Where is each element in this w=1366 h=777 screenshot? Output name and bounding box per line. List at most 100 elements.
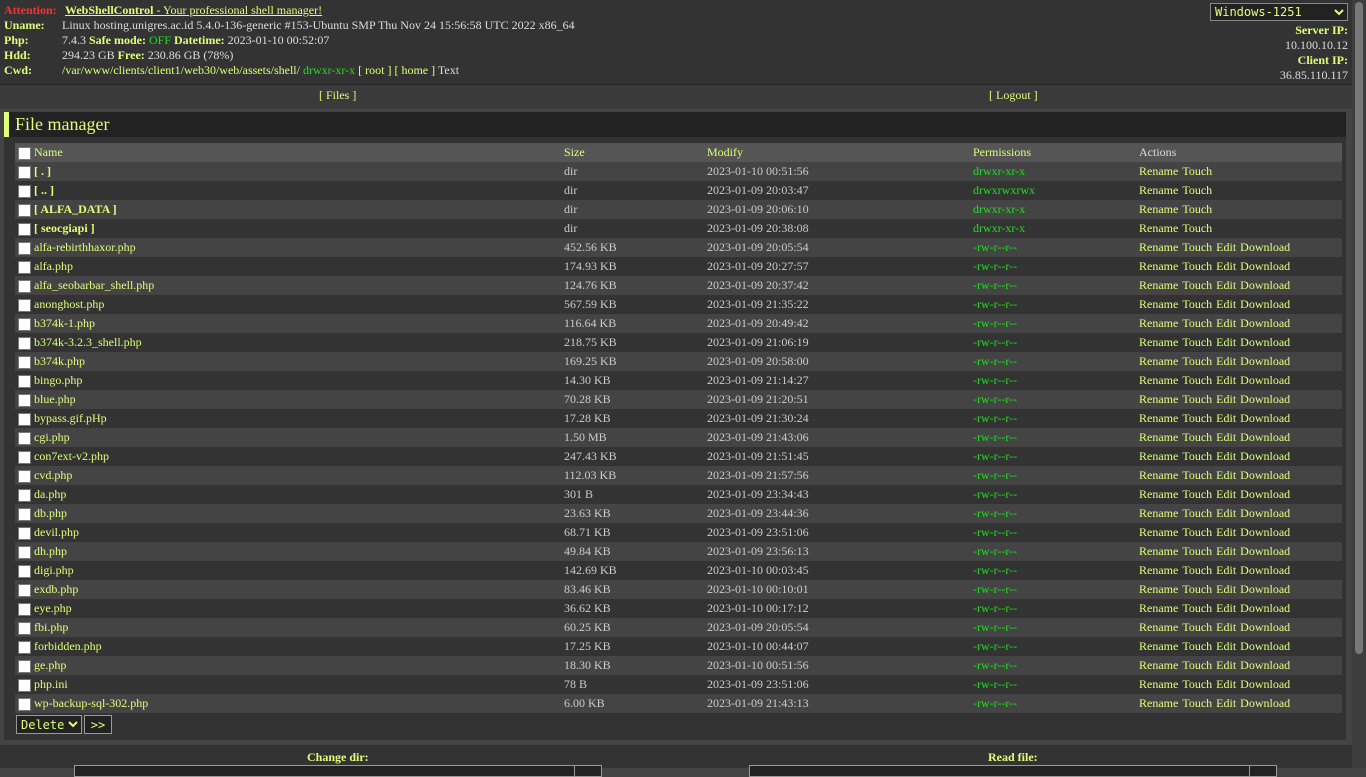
- action-edit-link[interactable]: Edit: [1216, 544, 1236, 558]
- file-permissions[interactable]: -rw-r--r--: [973, 504, 1139, 523]
- action-touch-link[interactable]: Touch: [1182, 487, 1212, 501]
- action-touch-link[interactable]: Touch: [1182, 544, 1212, 558]
- action-touch-link[interactable]: Touch: [1182, 240, 1212, 254]
- action-touch-link[interactable]: Touch: [1182, 601, 1212, 615]
- file-permissions[interactable]: -rw-r--r--: [973, 561, 1139, 580]
- action-edit-link[interactable]: Edit: [1216, 677, 1236, 691]
- action-edit-link[interactable]: Edit: [1216, 240, 1236, 254]
- file-name-link[interactable]: digi.php: [34, 561, 564, 580]
- row-checkbox[interactable]: [15, 523, 34, 542]
- action-rename-link[interactable]: Rename: [1139, 506, 1178, 520]
- action-download-link[interactable]: Download: [1240, 316, 1290, 330]
- action-rename-link[interactable]: Rename: [1139, 392, 1178, 406]
- col-modify[interactable]: Modify: [707, 143, 973, 162]
- action-rename-link[interactable]: Rename: [1139, 525, 1178, 539]
- file-name-link[interactable]: wp-backup-sql-302.php: [34, 694, 564, 713]
- action-rename-link[interactable]: Rename: [1139, 696, 1178, 710]
- action-rename-link[interactable]: Rename: [1139, 335, 1178, 349]
- file-name-link[interactable]: b374k-1.php: [34, 314, 564, 333]
- scrollbar-thumb[interactable]: [1355, 2, 1363, 654]
- action-rename-link[interactable]: Rename: [1139, 354, 1178, 368]
- file-name-link[interactable]: devil.php: [34, 523, 564, 542]
- action-edit-link[interactable]: Edit: [1216, 620, 1236, 634]
- action-rename-link[interactable]: Rename: [1139, 183, 1178, 197]
- file-permissions[interactable]: -rw-r--r--: [973, 656, 1139, 675]
- action-touch-link[interactable]: Touch: [1182, 658, 1212, 672]
- action-download-link[interactable]: Download: [1240, 373, 1290, 387]
- action-edit-link[interactable]: Edit: [1216, 449, 1236, 463]
- file-name-link[interactable]: php.ini: [34, 675, 564, 694]
- file-permissions[interactable]: -rw-r--r--: [973, 238, 1139, 257]
- action-touch-link[interactable]: Touch: [1182, 278, 1212, 292]
- scrollbar[interactable]: [1352, 0, 1366, 768]
- row-checkbox[interactable]: [15, 618, 34, 637]
- row-checkbox[interactable]: [15, 219, 34, 238]
- file-name-link[interactable]: db.php: [34, 504, 564, 523]
- file-permissions[interactable]: drwxr-xr-x: [973, 162, 1139, 181]
- file-name-link[interactable]: exdb.php: [34, 580, 564, 599]
- file-permissions[interactable]: drwxrwxrwx: [973, 181, 1139, 200]
- row-checkbox[interactable]: [15, 409, 34, 428]
- file-name-link[interactable]: da.php: [34, 485, 564, 504]
- bulk-action-select[interactable]: Delete: [16, 715, 82, 734]
- action-rename-link[interactable]: Rename: [1139, 202, 1178, 216]
- action-edit-link[interactable]: Edit: [1216, 354, 1236, 368]
- action-download-link[interactable]: Download: [1240, 677, 1290, 691]
- file-name-link[interactable]: b374k-3.2.3_shell.php: [34, 333, 564, 352]
- action-rename-link[interactable]: Rename: [1139, 164, 1178, 178]
- file-name-link[interactable]: [ .. ]: [34, 181, 564, 200]
- file-permissions[interactable]: -rw-r--r--: [973, 599, 1139, 618]
- root-link[interactable]: [ root ]: [358, 63, 391, 77]
- action-rename-link[interactable]: Rename: [1139, 544, 1178, 558]
- file-name-link[interactable]: cgi.php: [34, 428, 564, 447]
- action-rename-link[interactable]: Rename: [1139, 563, 1178, 577]
- file-name-link[interactable]: bingo.php: [34, 371, 564, 390]
- change-dir-button[interactable]: [574, 765, 602, 777]
- tagline[interactable]: - Your professional shell manager!: [153, 3, 322, 17]
- file-permissions[interactable]: drwxr-xr-x: [973, 219, 1139, 238]
- action-rename-link[interactable]: Rename: [1139, 601, 1178, 615]
- action-touch-link[interactable]: Touch: [1182, 221, 1212, 235]
- row-checkbox[interactable]: [15, 200, 34, 219]
- file-name-link[interactable]: anonghost.php: [34, 295, 564, 314]
- action-download-link[interactable]: Download: [1240, 601, 1290, 615]
- row-checkbox[interactable]: [15, 580, 34, 599]
- action-download-link[interactable]: Download: [1240, 487, 1290, 501]
- file-permissions[interactable]: -rw-r--r--: [973, 637, 1139, 656]
- row-checkbox[interactable]: [15, 333, 34, 352]
- file-permissions[interactable]: -rw-r--r--: [973, 466, 1139, 485]
- action-touch-link[interactable]: Touch: [1182, 354, 1212, 368]
- read-file-input[interactable]: [749, 765, 1251, 777]
- action-download-link[interactable]: Download: [1240, 582, 1290, 596]
- file-permissions[interactable]: -rw-r--r--: [973, 314, 1139, 333]
- file-name-link[interactable]: [ ALFA_DATA ]: [34, 200, 564, 219]
- action-rename-link[interactable]: Rename: [1139, 430, 1178, 444]
- action-rename-link[interactable]: Rename: [1139, 639, 1178, 653]
- action-edit-link[interactable]: Edit: [1216, 601, 1236, 615]
- action-touch-link[interactable]: Touch: [1182, 468, 1212, 482]
- action-touch-link[interactable]: Touch: [1182, 677, 1212, 691]
- action-rename-link[interactable]: Rename: [1139, 411, 1178, 425]
- file-permissions[interactable]: -rw-r--r--: [973, 390, 1139, 409]
- row-checkbox[interactable]: [15, 257, 34, 276]
- file-name-link[interactable]: bypass.gif.pHp: [34, 409, 564, 428]
- file-permissions[interactable]: drwxr-xr-x: [973, 200, 1139, 219]
- file-permissions[interactable]: -rw-r--r--: [973, 675, 1139, 694]
- action-edit-link[interactable]: Edit: [1216, 563, 1236, 577]
- col-permissions[interactable]: Permissions: [973, 143, 1139, 162]
- action-download-link[interactable]: Download: [1240, 278, 1290, 292]
- file-permissions[interactable]: -rw-r--r--: [973, 542, 1139, 561]
- action-edit-link[interactable]: Edit: [1216, 335, 1236, 349]
- file-permissions[interactable]: -rw-r--r--: [973, 276, 1139, 295]
- action-touch-link[interactable]: Touch: [1182, 582, 1212, 596]
- action-touch-link[interactable]: Touch: [1182, 506, 1212, 520]
- action-rename-link[interactable]: Rename: [1139, 240, 1178, 254]
- row-checkbox[interactable]: [15, 238, 34, 257]
- file-name-link[interactable]: [ . ]: [34, 162, 564, 181]
- action-edit-link[interactable]: Edit: [1216, 658, 1236, 672]
- action-download-link[interactable]: Download: [1240, 259, 1290, 273]
- action-touch-link[interactable]: Touch: [1182, 430, 1212, 444]
- action-touch-link[interactable]: Touch: [1182, 392, 1212, 406]
- action-touch-link[interactable]: Touch: [1182, 525, 1212, 539]
- file-permissions[interactable]: -rw-r--r--: [973, 352, 1139, 371]
